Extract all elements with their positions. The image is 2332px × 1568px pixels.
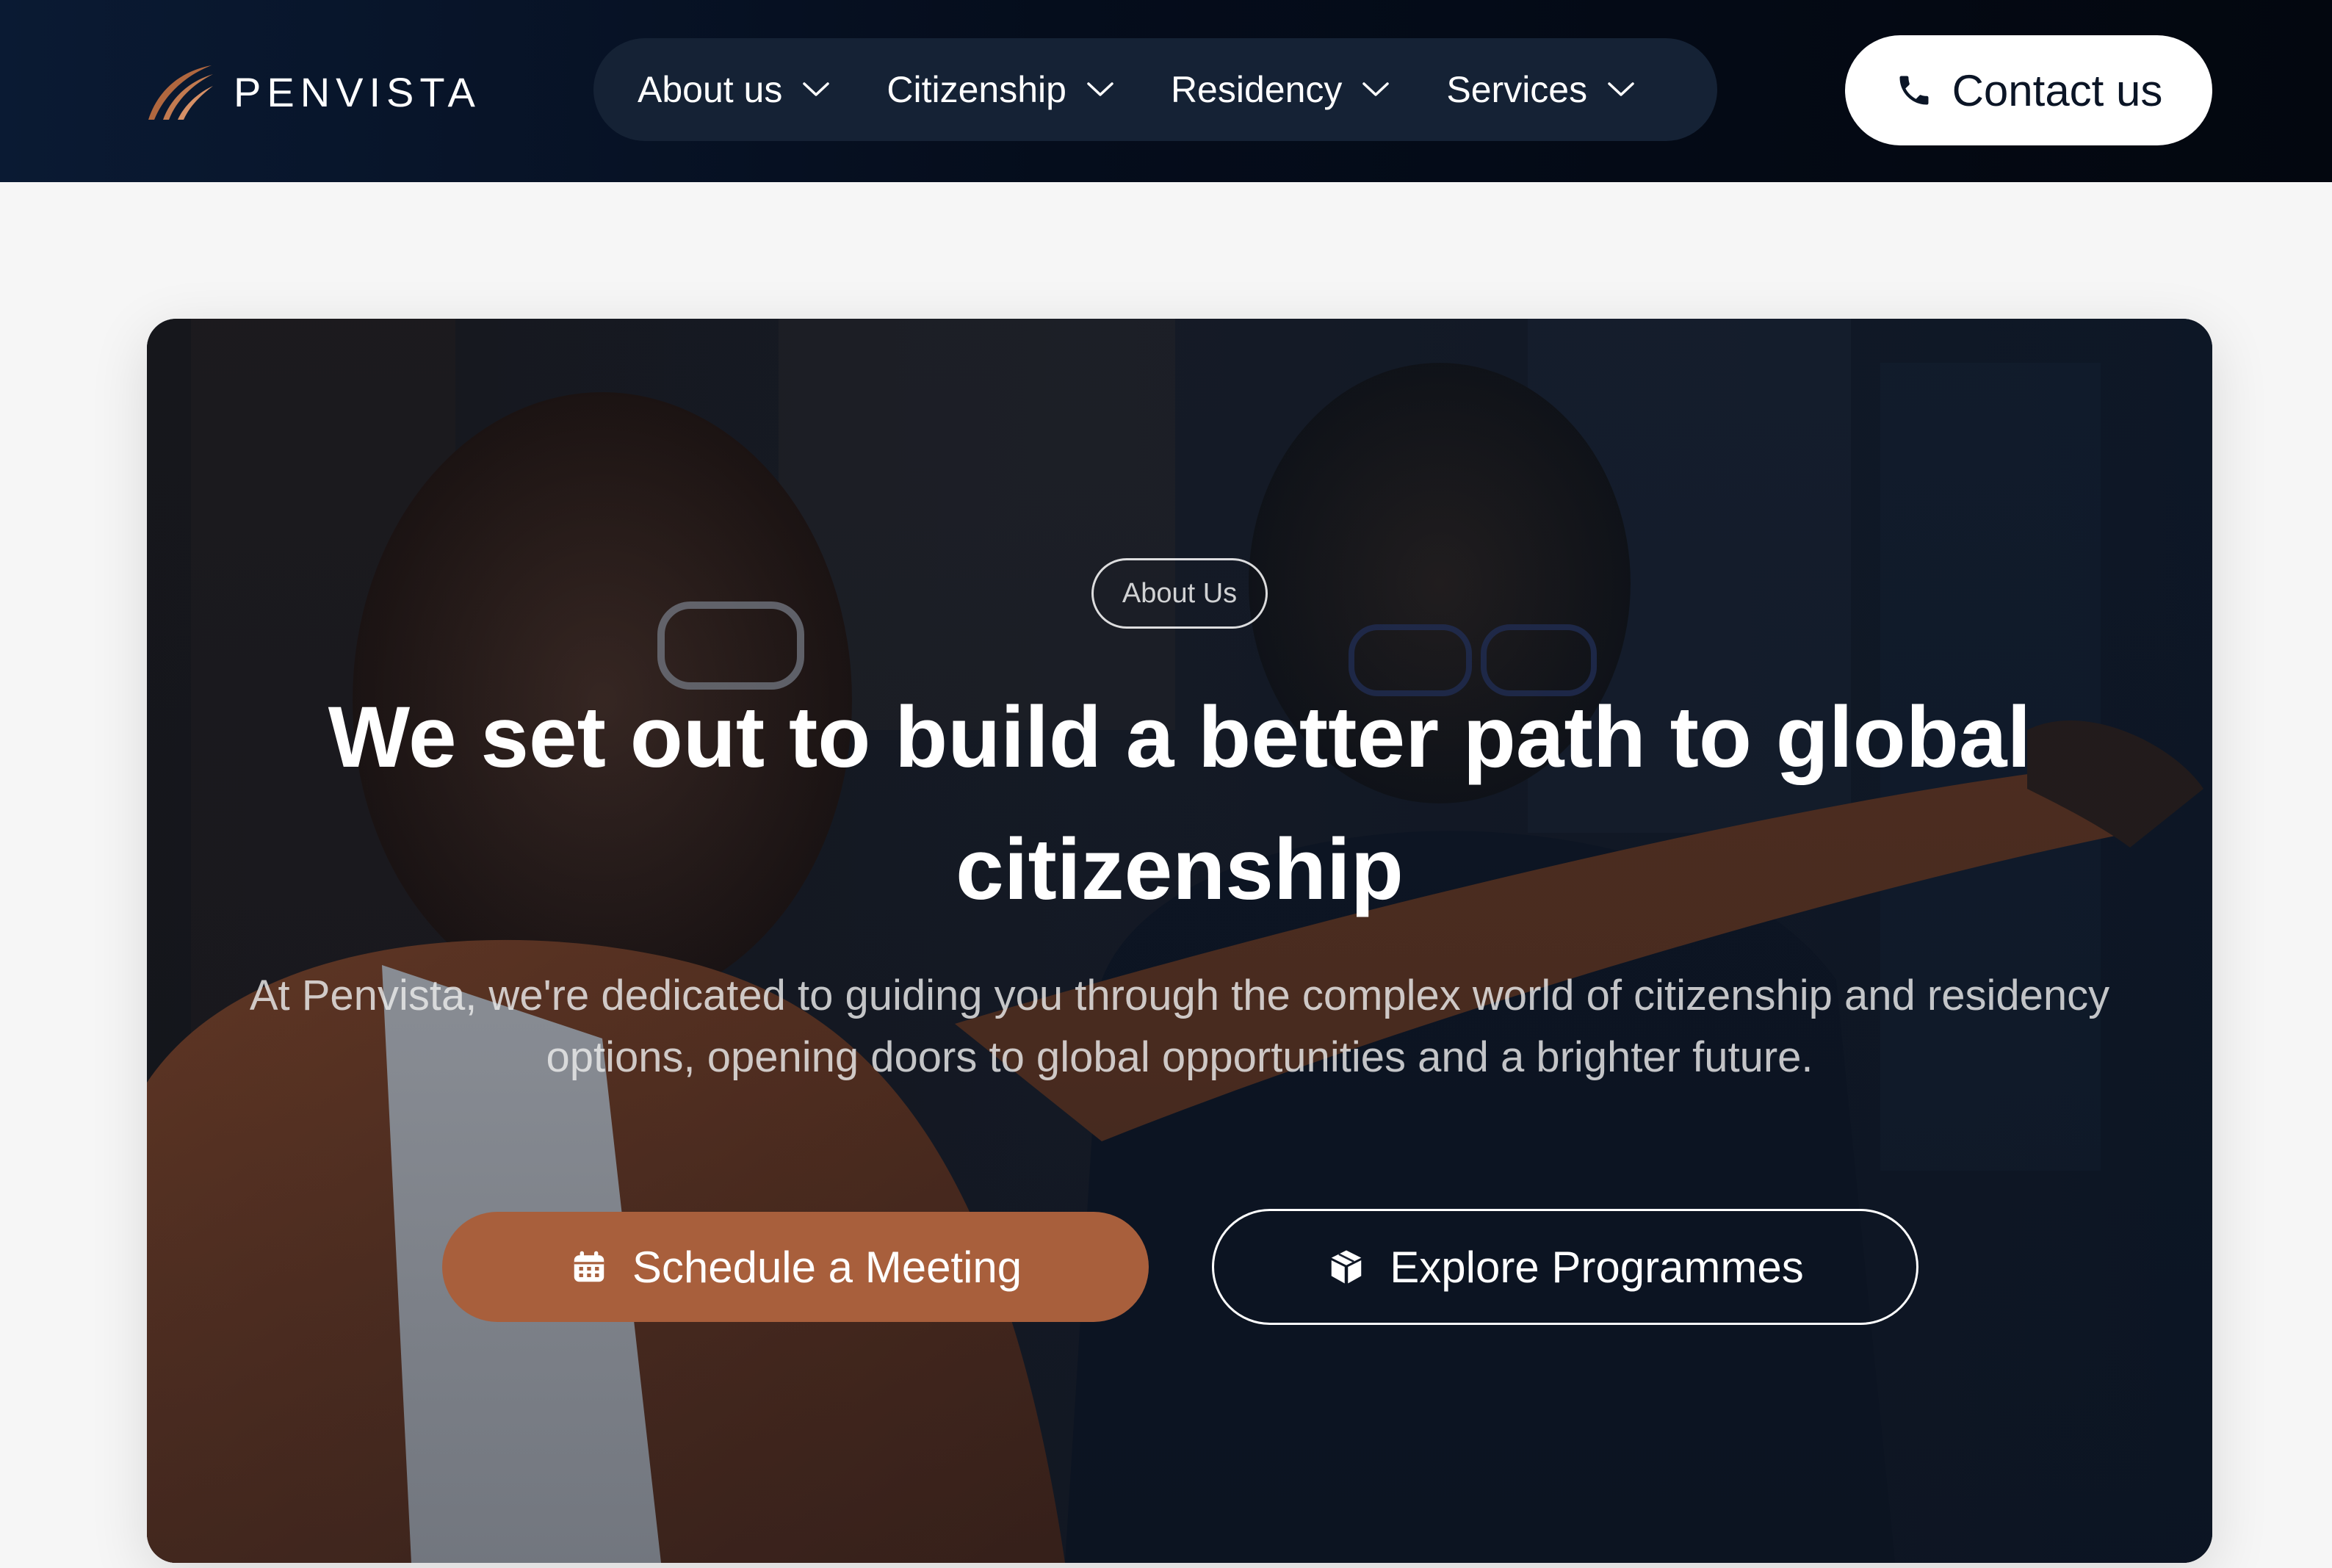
main-nav: About us Citizenship Residency Services xyxy=(593,38,1717,141)
chevron-down-icon xyxy=(1608,82,1634,96)
calendar-icon xyxy=(574,1251,604,1282)
nav-item-label: Residency xyxy=(1170,69,1343,110)
penvista-logo-icon xyxy=(148,65,213,120)
nav-item-label: About us xyxy=(638,69,783,110)
nav-item-label: Services xyxy=(1446,69,1588,110)
chevron-down-icon xyxy=(1087,82,1113,96)
nav-item-residency[interactable]: Residency xyxy=(1171,68,1390,111)
contact-us-label: Contact us xyxy=(1952,65,2163,115)
explore-programmes-button[interactable]: Explore Programmes xyxy=(1212,1209,1918,1325)
section-badge: About Us xyxy=(1091,558,1268,629)
hero-description: At Penvista, we're dedicated to guiding … xyxy=(249,972,2110,1081)
chevron-down-icon xyxy=(803,82,830,96)
box-icon xyxy=(1331,1250,1362,1284)
brand-name: PENVISTA xyxy=(234,68,481,115)
hero-section: About Us We set out to build a better pa… xyxy=(147,319,2212,1563)
nav-item-citizenship[interactable]: Citizenship xyxy=(887,68,1115,111)
phone-icon xyxy=(1899,76,1929,105)
site-header: PENVISTA About us Citizenship Residency … xyxy=(0,0,2332,182)
nav-item-about-us[interactable]: About us xyxy=(638,68,831,111)
schedule-meeting-label: Schedule a Meeting xyxy=(632,1242,1022,1292)
contact-us-button[interactable]: Contact us xyxy=(1845,35,2212,145)
nav-item-label: Citizenship xyxy=(887,69,1066,110)
explore-programmes-label: Explore Programmes xyxy=(1390,1242,1804,1292)
schedule-meeting-button[interactable]: Schedule a Meeting xyxy=(442,1212,1149,1322)
hero-headline: We set out to build a better path to glo… xyxy=(328,689,2032,918)
logo[interactable]: PENVISTA xyxy=(144,59,481,125)
nav-item-services[interactable]: Services xyxy=(1446,68,1636,111)
hero-content: About Us We set out to build a better pa… xyxy=(147,319,2212,1563)
chevron-down-icon xyxy=(1362,82,1390,96)
